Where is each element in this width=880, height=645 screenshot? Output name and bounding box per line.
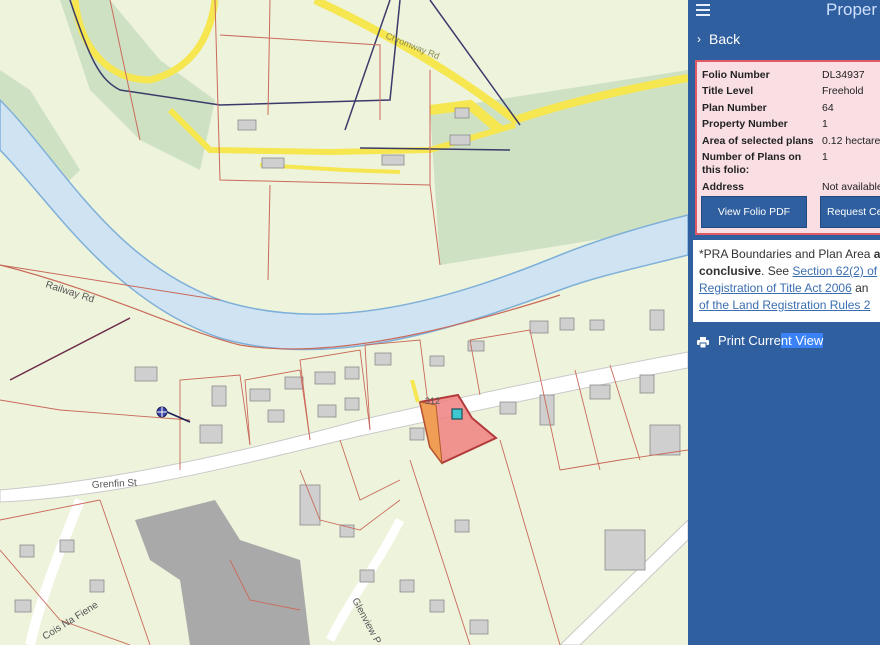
- land-registration-rules-link[interactable]: of the Land Registration Rules 2: [699, 298, 870, 312]
- print-current-view-button[interactable]: Print Curre nt View: [697, 333, 824, 348]
- note-see: . See: [761, 264, 790, 278]
- field-value: 1: [822, 118, 828, 130]
- field-label: Address: [702, 181, 745, 193]
- panel-title: Proper: [826, 0, 878, 19]
- note-line-2: conclusive. See Section 62(2) of: [699, 263, 880, 280]
- note-line-4: of the Land Registration Rules 2: [699, 297, 880, 314]
- registration-act-link[interactable]: Registration of Title Act 2006: [699, 281, 852, 295]
- boundary-disclaimer: *PRA Boundaries and Plan Area are conclu…: [693, 240, 880, 322]
- label-plot-number: 312: [425, 396, 440, 406]
- printer-icon: [697, 336, 709, 348]
- menu-icon-bar-1: [696, 4, 710, 6]
- note-bold-conclusive: conclusive: [699, 264, 762, 278]
- field-label: Folio Number: [702, 69, 770, 81]
- note-line-3: Registration of Title Act 2006 an: [699, 280, 880, 297]
- field-value: DL34937: [822, 69, 865, 81]
- folio-details-card: Folio Number DL34937 Title Level Freehol…: [695, 60, 880, 235]
- field-label: Title Level: [702, 85, 754, 97]
- menu-icon[interactable]: [696, 4, 710, 16]
- menu-icon-bar-2: [696, 9, 710, 11]
- field-value: 1: [822, 151, 828, 163]
- view-folio-pdf-button[interactable]: View Folio PDF: [701, 196, 807, 228]
- property-panel: Proper › Back Folio Number DL34937 Title…: [688, 0, 880, 645]
- note-bold-are: are: [873, 247, 880, 261]
- section-62-link[interactable]: Section 62(2) of: [792, 264, 877, 278]
- field-value: Freehold: [822, 85, 864, 97]
- map-canvas[interactable]: Railway Rd Grenfin St Cois Na Fiene Glen…: [0, 0, 688, 645]
- note-line-1: *PRA Boundaries and Plan Area are: [699, 246, 880, 263]
- field-label: Area of selected plans: [702, 135, 814, 147]
- map-view[interactable]: Railway Rd Grenfin St Cois Na Fiene Glen…: [0, 0, 688, 645]
- back-button[interactable]: › Back: [688, 28, 880, 50]
- field-label: Plan Number: [702, 102, 767, 114]
- chevron-right-icon: ›: [697, 32, 701, 46]
- note-and: an: [855, 281, 869, 295]
- location-marker-icon[interactable]: [451, 408, 463, 420]
- print-label-a: Print Curre: [718, 333, 781, 348]
- field-value: Not available: [822, 181, 880, 193]
- field-label: Number of Plans on this folio:: [702, 151, 802, 176]
- menu-icon-bar-3: [696, 14, 710, 16]
- request-certificate-button[interactable]: Request Ce: [820, 196, 880, 228]
- note-prefix: *PRA Boundaries and Plan Area: [699, 247, 871, 261]
- print-label-b: nt View: [780, 333, 824, 348]
- printer-icon-svg: [697, 336, 709, 348]
- field-value: 64: [822, 102, 834, 114]
- field-label: Property Number: [702, 118, 788, 130]
- field-value: 0.12 hectare: [822, 135, 880, 147]
- back-label: Back: [709, 31, 741, 47]
